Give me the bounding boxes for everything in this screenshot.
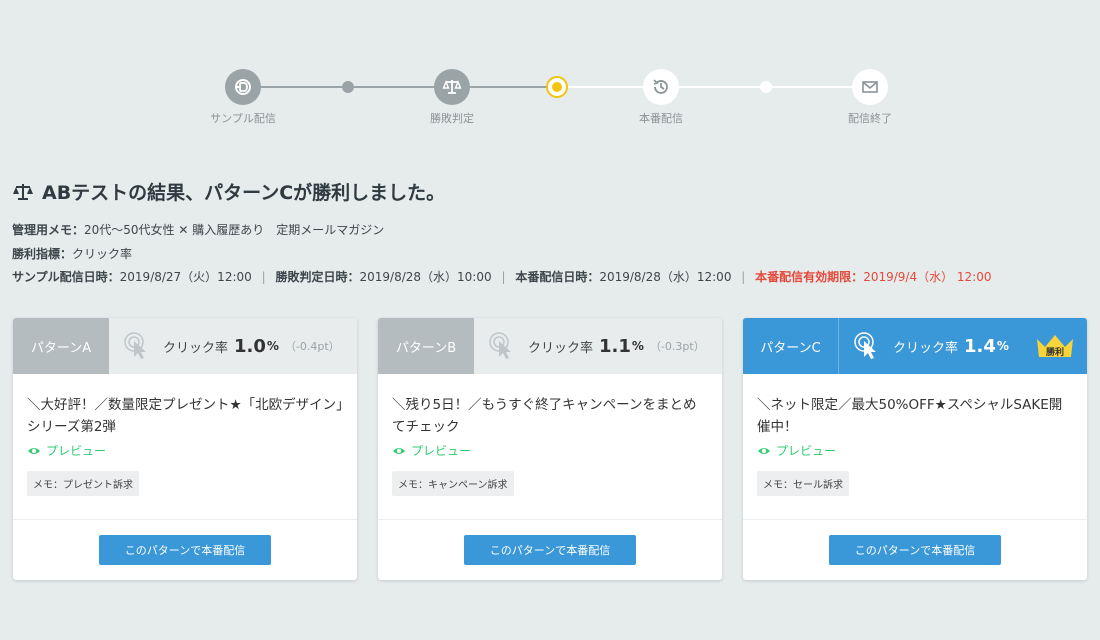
pattern-card-c: パターンC クリック率 1.4 % 勝利 ＼ネット限定／最大50%OFF★スペシ…: [743, 318, 1087, 580]
stepper-line-todo: [557, 86, 871, 88]
step-finished: [852, 69, 888, 105]
pattern-name: パターンB: [378, 318, 474, 374]
card-footer: このパターンで本番配信: [378, 520, 722, 580]
card-header: パターンA クリック率 1.0 % （-0.4pt）: [13, 318, 357, 374]
step-sample-send: [225, 69, 261, 105]
stepper-line-done: [243, 86, 557, 88]
step-judge: [434, 69, 470, 105]
step-label-finished: 配信終了: [848, 112, 892, 125]
subject-copy: ＼大好評！／数量限定プレゼント★「北欧デザイン」シリーズ第2弾: [27, 397, 343, 435]
click-rate-stat: クリック率 1.0 % （-0.4pt）: [109, 318, 357, 374]
card-header: パターンC クリック率 1.4 % 勝利: [743, 318, 1087, 374]
click-cursor-icon: [489, 332, 511, 359]
scale-icon: [442, 80, 462, 94]
step-dot-3: [760, 81, 772, 93]
click-rate-stat: クリック率 1.1 % （-0.3pt）: [474, 318, 722, 374]
card-footer: このパターンで本番配信: [743, 520, 1087, 580]
step-label-production: 本番配信: [639, 112, 683, 125]
step-current-marker: [546, 76, 568, 98]
deploy-pattern-button[interactable]: このパターンで本番配信: [464, 535, 636, 565]
click-cursor-icon: [124, 332, 146, 359]
rate-diff: （-0.3pt）: [649, 340, 705, 353]
preview-link[interactable]: プレビュー: [27, 442, 343, 459]
expire-date: 本番配信有効期限：2019/9/4（水） 12:00: [755, 270, 992, 284]
win-metric: 勝利指標：クリック率: [12, 247, 133, 261]
pattern-card-a: パターンA クリック率 1.0 % （-0.4pt） ＼大好評！／数量限定プレゼ…: [13, 318, 357, 580]
memo-tag: メモ：セール訴求: [757, 471, 849, 496]
sample-send-icon: [235, 79, 251, 95]
pattern-name: パターンC: [743, 318, 839, 374]
step-label-sample-send: サンプル配信: [210, 112, 276, 125]
subject-copy: ＼残り5日！／もうすぐ終了キャンペーンをまとめてチェック: [392, 397, 697, 435]
step-production: [643, 69, 679, 105]
step-dot-1: [342, 81, 354, 93]
card-header: パターンB クリック率 1.1 % （-0.3pt）: [378, 318, 722, 374]
eye-icon: [28, 447, 40, 454]
pattern-name: パターンA: [13, 318, 109, 374]
progress-stepper: サンプル配信 勝敗判定 本番配信 配信終了: [0, 0, 1100, 140]
schedule-info: サンプル配信日時：2019/8/27（火）12:00 | 勝敗判定日時：2019…: [12, 270, 992, 284]
deploy-pattern-button[interactable]: このパターンで本番配信: [829, 535, 1001, 565]
card-footer: このパターンで本番配信: [13, 520, 357, 580]
result-title: ABテストの結果、パターンCが勝利しました。: [12, 178, 445, 205]
card-body: ＼大好評！／数量限定プレゼント★「北欧デザイン」シリーズ第2弾 プレビュー メモ…: [13, 374, 357, 520]
memo-tag: メモ：キャンペーン訴求: [392, 471, 514, 496]
click-rate-stat: クリック率 1.4 % 勝利: [839, 318, 1087, 374]
card-body: ＼ネット限定／最大50%OFF★スペシャルSAKE開催中！ プレビュー メモ：セ…: [743, 374, 1087, 520]
eye-icon: [393, 447, 405, 454]
result-title-text: ABテストの結果、パターンCが勝利しました。: [42, 182, 446, 204]
card-body: ＼残り5日！／もうすぐ終了キャンペーンをまとめてチェック プレビュー メモ：キャ…: [378, 374, 722, 520]
click-rate-value: 1.0: [234, 335, 266, 357]
step-label-judge: 勝敗判定: [430, 112, 474, 125]
memo-tag: メモ：プレゼント訴求: [27, 471, 139, 496]
admin-memo: 管理用メモ：20代〜50代女性 ✕ 購入履歴あり 定期メールマガジン: [12, 223, 385, 237]
preview-link[interactable]: プレビュー: [757, 442, 1073, 459]
pattern-card-b: パターンB クリック率 1.1 % （-0.3pt） ＼残り5日！／もうすぐ終了…: [378, 318, 722, 580]
eye-icon: [758, 447, 770, 454]
rate-diff: （-0.4pt）: [284, 340, 340, 353]
click-rate-value: 1.1: [599, 335, 631, 357]
subject-copy: ＼ネット限定／最大50%OFF★スペシャルSAKE開催中！: [757, 397, 1063, 435]
click-rate-value: 1.4: [964, 335, 996, 357]
mail-icon: [862, 81, 878, 93]
click-cursor-icon: [854, 332, 876, 359]
history-icon: [653, 79, 668, 94]
winner-badge: 勝利: [1045, 348, 1064, 358]
scale-icon: [13, 183, 33, 200]
deploy-pattern-button[interactable]: このパターンで本番配信: [99, 535, 271, 565]
preview-link[interactable]: プレビュー: [392, 442, 708, 459]
